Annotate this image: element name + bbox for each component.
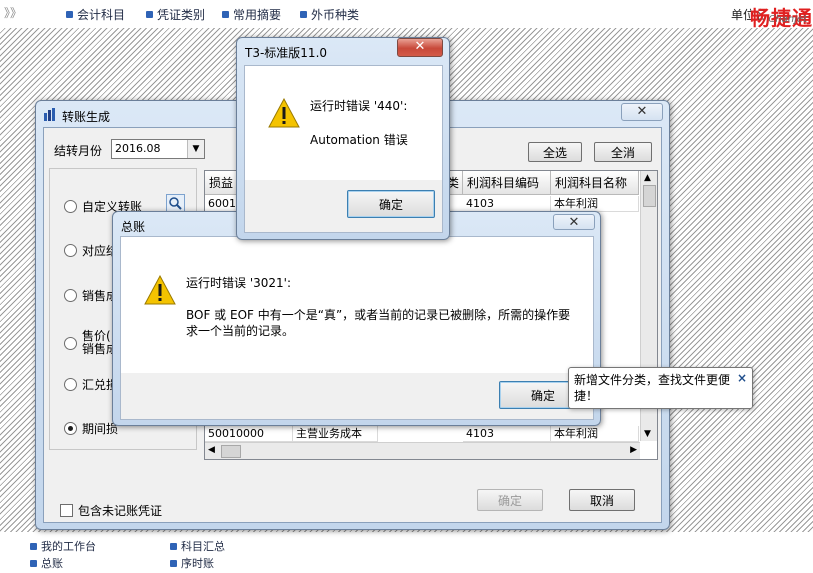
grid-cell: 4103 (463, 196, 551, 212)
scroll-down-icon[interactable]: ▼ (644, 429, 651, 439)
month-value: 2016.08 (115, 142, 161, 155)
checkbox-box[interactable] (60, 504, 73, 517)
scroll-left-icon[interactable]: ◀ (208, 445, 215, 455)
transfer-close-button[interactable]: ✕ (621, 103, 663, 121)
scroll-thumb[interactable] (643, 185, 656, 207)
top-toolbar: 》》 会计科目 凭证类别 常用摘要 外币种类 单位名 畅捷通 Chanjet (0, 0, 813, 30)
t3-dialog-title: T3-标准版11.0 (245, 46, 328, 60)
workbench-icon (30, 542, 37, 550)
nav-link-common-summary[interactable]: 常用摘要 (222, 6, 281, 23)
grid-header-profit-name: 利润科目名称 (551, 171, 639, 195)
radio-period-profit-loss[interactable]: 期间损 (64, 420, 118, 437)
radio-sales-cost[interactable]: 销售成 (64, 287, 118, 304)
feature-tooltip: 新增文件分类，查找文件更便捷！ × (568, 367, 753, 409)
gl-dialog-title: 总账 (121, 220, 146, 234)
month-label: 结转月份 (54, 144, 103, 158)
transfer-cancel-button[interactable]: 取消 (569, 489, 635, 511)
grid-cell: 本年利润 (551, 426, 639, 442)
toolbar-grip-icon: 》》 (4, 6, 23, 20)
grid-cell: 4103 (463, 426, 551, 442)
scroll-thumb[interactable] (221, 445, 241, 458)
scroll-right-icon[interactable]: ▶ (630, 445, 637, 455)
gl-dialog-body: 运行时错误 '3021': BOF 或 EOF 中有一个是“真”，或者当前的记录… (120, 236, 594, 420)
error-dialog-gl: 总账 ✕ 运行时错误 '3021': BOF 或 EOF 中有一个是“真”，或者… (112, 211, 601, 426)
summary-icon (222, 11, 229, 18)
summary-icon (170, 542, 177, 550)
tooltip-close-icon[interactable]: × (737, 370, 747, 386)
chevron-down-icon[interactable]: ▼ (187, 140, 204, 158)
radio-sale-price[interactable]: 售价(销售成 (64, 330, 118, 356)
nav-link-general-ledger[interactable]: 总账 (30, 555, 63, 571)
account-icon (66, 11, 73, 18)
grid-cell: 主营业务成本 (293, 426, 378, 442)
brand-logo-sub: Chanjet (768, 14, 807, 25)
voucher-type-icon (146, 11, 153, 18)
bottom-nav: 我的工作台 总账 科目汇总 序时账 (0, 532, 813, 573)
nav-link-journal[interactable]: 序时账 (170, 555, 214, 571)
transfer-window-title: 转账生成 (62, 110, 111, 124)
t3-error-code: 运行时错误 '440': (310, 99, 408, 113)
month-select[interactable]: 2016.08 ▼ (111, 139, 205, 159)
gl-error-code: 运行时错误 '3021': (186, 276, 291, 290)
transfer-ok-button[interactable]: 确定 (477, 489, 543, 511)
gl-error-message: BOF 或 EOF 中有一个是“真”，或者当前的记录已被删除，所需的操作要求一个… (186, 308, 571, 338)
nav-link-voucher-type[interactable]: 凭证类别 (146, 6, 205, 23)
select-all-button[interactable]: 全选 (528, 142, 582, 162)
radio-exchange[interactable]: 汇兑损 (64, 376, 118, 393)
t3-error-message: Automation 错误 (310, 133, 408, 147)
nav-link-currency[interactable]: 外币种类 (300, 6, 359, 23)
grid-header-profit-code: 利润科目编码 (463, 171, 551, 195)
grid-horizontal-scrollbar[interactable]: ◀ ▶ (205, 442, 640, 459)
t3-dialog-body: 运行时错误 '440': Automation 错误 确定 (244, 65, 443, 233)
warning-icon (144, 275, 176, 305)
gl-dialog-close-button[interactable]: ✕ (553, 214, 595, 230)
ledger-icon (30, 559, 37, 567)
t3-dialog-close-button[interactable]: ✕ (397, 38, 443, 57)
nav-link-account[interactable]: 会计科目 (66, 6, 125, 23)
include-unposted-checkbox[interactable]: 包含未记账凭证 (60, 502, 162, 519)
tooltip-text: 新增文件分类，查找文件更便捷！ (574, 373, 731, 403)
scroll-up-icon[interactable]: ▲ (644, 173, 651, 183)
t3-ok-button[interactable]: 确定 (347, 190, 435, 218)
nav-link-account-summary[interactable]: 科目汇总 (170, 538, 225, 554)
currency-icon (300, 11, 307, 18)
grid-cell: 本年利润 (551, 196, 639, 212)
nav-link-workbench[interactable]: 我的工作台 (30, 538, 96, 554)
journal-icon (170, 559, 177, 567)
radio-corresponding[interactable]: 对应结 (64, 242, 118, 259)
grid-cell: 50010000 (205, 426, 293, 442)
error-dialog-t3: T3-标准版11.0 ✕ 运行时错误 '440': Automation 错误 … (236, 37, 450, 240)
warning-icon (268, 98, 300, 128)
clear-all-button[interactable]: 全消 (594, 142, 652, 162)
transfer-app-icon (44, 108, 58, 121)
